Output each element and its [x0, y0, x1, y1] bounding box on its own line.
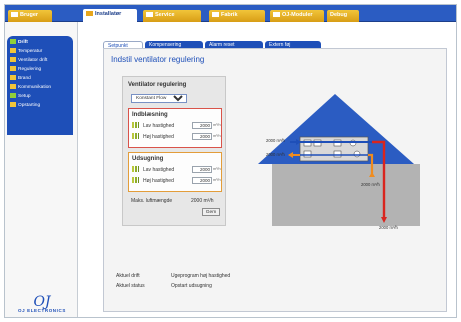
tab-oj-moduler[interactable]: OJ-Moduler [270, 10, 324, 22]
status-label: Aktuel status [116, 283, 145, 289]
sidebar-item-ventilator-drift[interactable]: Ventilator drift [10, 57, 72, 64]
logo-text: OJ ELECTRONICS [18, 308, 66, 313]
sensor-icon [353, 150, 361, 158]
status-row: Aktuel status Opstart udsugning [116, 283, 316, 291]
folder-icon [10, 57, 16, 62]
sidebar: Drift Temperatur Ventilator drift Regule… [5, 22, 78, 317]
folder-icon [10, 102, 16, 107]
tab-fabrik[interactable]: Fabrik [209, 10, 265, 22]
folder-icon [10, 84, 16, 89]
tab-service[interactable]: Service [143, 10, 201, 22]
filter-icon [303, 150, 312, 158]
sidebar-item-kommunikation[interactable]: Kommunikation [10, 84, 72, 91]
operation-value: Ugeprogram høj hastighed [171, 273, 231, 279]
sidebar-item-regulering[interactable]: Regulering [10, 66, 72, 73]
oj-electronics-logo: OJ OJ ELECTRONICS [9, 294, 75, 313]
main-content: Setpunkt Kompensering Alarm reset Extern… [83, 27, 454, 317]
folder-icon [10, 66, 16, 71]
sidebar-item-temperatur[interactable]: Temperatur [10, 48, 72, 55]
top-navigation: Bruger Installatør Service Fabrik OJ-Mod… [5, 5, 456, 22]
status-value: Opstart udsugning [171, 283, 212, 289]
sidebar-item-setup[interactable]: Setup [10, 93, 72, 100]
logo-mark: OJ [33, 294, 51, 310]
extract-flow-label: 2000 m³/h [361, 182, 380, 187]
folder-icon [10, 75, 16, 80]
operation-label: Aktuel drift [116, 273, 140, 279]
sidebar-item-opstarting[interactable]: Opstarting [10, 102, 72, 109]
service-icon [146, 12, 153, 17]
setpoint-panel: Indstil ventilator regulering Ventilator… [103, 48, 447, 312]
tab-debug[interactable]: Debug [327, 10, 359, 22]
app-window: Bruger Installatør Service Fabrik OJ-Mod… [4, 4, 457, 318]
tab-installator[interactable]: Installatør [83, 9, 137, 22]
sidebar-menu: Drift Temperatur Ventilator drift Regule… [7, 36, 73, 135]
house-body [272, 164, 420, 226]
operation-row: Aktuel drift Ugeprogram høj hastighed [116, 273, 316, 281]
module-icon [273, 12, 280, 17]
user-icon [11, 12, 18, 17]
exhaust-flow-label: 2000 m³/h [266, 152, 285, 157]
fan-icon [333, 150, 342, 158]
supply-flow-label: 2000 m³/h [379, 225, 398, 230]
folder-icon [10, 39, 16, 44]
sidebar-item-drift[interactable]: Drift [10, 39, 72, 46]
intake-flow-label: 2000 m³/h [266, 138, 285, 143]
folder-icon [10, 93, 16, 98]
sidebar-item-brand[interactable]: Brand [10, 75, 72, 82]
wrench-icon [86, 11, 93, 16]
tab-bruger[interactable]: Bruger [8, 10, 52, 22]
folder-icon [10, 48, 16, 53]
factory-icon [212, 12, 219, 17]
